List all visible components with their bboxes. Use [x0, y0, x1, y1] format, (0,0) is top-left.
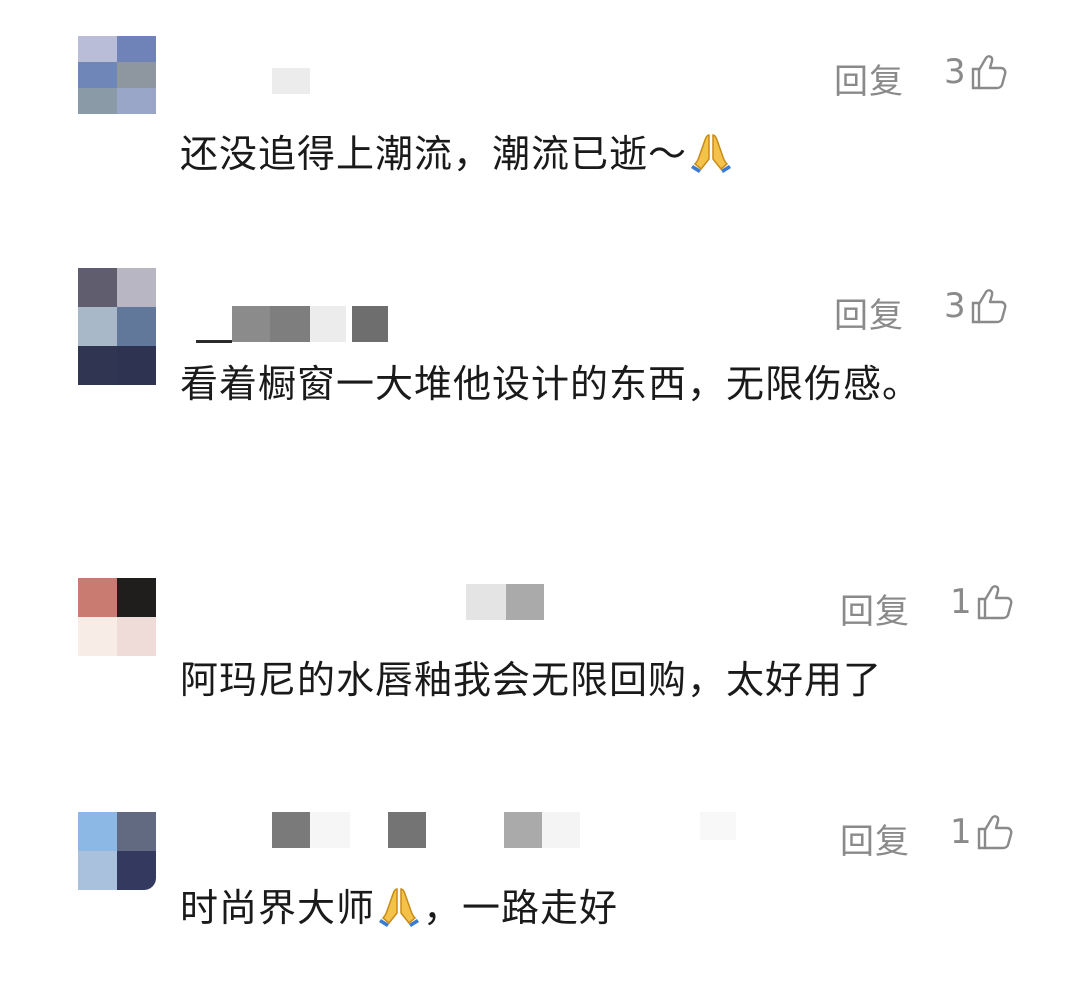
comment-text-body: 还没追得上潮流，潮流已逝～	[180, 132, 688, 176]
reply-button[interactable]: 回复	[840, 584, 910, 633]
folded-hands-icon	[689, 129, 733, 190]
reply-button[interactable]: 回复	[834, 288, 904, 337]
thumbs-up-icon	[971, 289, 1007, 324]
like-button[interactable]: 1	[950, 812, 1014, 852]
reply-button[interactable]: 回复	[840, 814, 910, 863]
folded-hands-icon	[377, 883, 421, 944]
comment-text-body: 看着橱窗一大堆他设计的东西，无限伤感。	[180, 362, 922, 406]
like-button[interactable]: 3	[944, 286, 1008, 326]
comment-text: 阿玛尼的水唇釉我会无限回购，太好用了	[180, 650, 970, 710]
avatar[interactable]	[78, 812, 156, 890]
avatar[interactable]	[78, 578, 156, 656]
thumbs-up-icon	[977, 815, 1013, 850]
like-button[interactable]: 3	[944, 52, 1008, 92]
comment-text-body: 时尚界大师	[180, 886, 376, 930]
comment-text-tail: ，一路走好	[423, 886, 619, 930]
thumbs-up-icon	[971, 55, 1007, 90]
thumbs-up-icon	[977, 585, 1013, 620]
avatar[interactable]	[78, 36, 156, 114]
like-count: 1	[950, 582, 972, 622]
like-count: 1	[950, 812, 972, 852]
comment-text: 看着橱窗一大堆他设计的东西，无限伤感。	[180, 354, 970, 414]
like-count: 3	[944, 286, 966, 326]
comment-text-body: 阿玛尼的水唇釉我会无限回购，太好用了	[180, 658, 883, 702]
like-button[interactable]: 1	[950, 582, 1014, 622]
username-redacted[interactable]	[182, 584, 562, 620]
reply-button[interactable]: 回复	[834, 54, 904, 103]
username-redacted[interactable]	[182, 68, 322, 104]
avatar[interactable]	[78, 268, 156, 385]
comment-text: 还没追得上潮流，潮流已逝～	[180, 124, 970, 190]
comment-text: 时尚界大师 ，一路走好	[180, 878, 970, 944]
username-redacted[interactable]	[182, 812, 762, 848]
like-count: 3	[944, 52, 966, 92]
username-redacted[interactable]	[182, 306, 402, 343]
